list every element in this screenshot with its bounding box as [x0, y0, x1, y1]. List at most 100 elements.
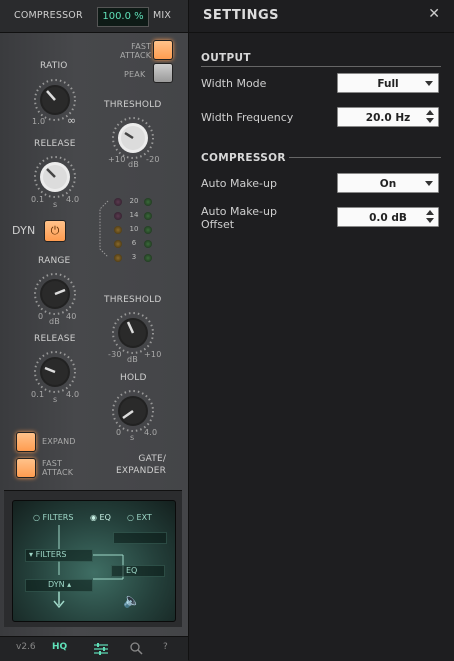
plugin-footer: v2.6 HQ ?: [0, 636, 188, 661]
meter-led-right: [144, 240, 152, 248]
routing-display: ○ FILTERS ◉ EQ ○ EXT ▾ FILTERS EQ DYN ▴ …: [12, 500, 176, 622]
meter-led-right: [144, 254, 152, 262]
gate-hold-min: 0: [116, 428, 122, 437]
comp-threshold-max: -20: [146, 155, 160, 164]
gate-release-max: 4.0: [66, 390, 80, 399]
comp-threshold-label: THRESHOLD: [104, 100, 162, 110]
gate-expander-title: GATE/ EXPANDER: [116, 454, 167, 476]
expand-toggle[interactable]: [16, 432, 36, 452]
speaker-icon[interactable]: 🔈: [123, 593, 140, 609]
version-label: v2.6: [16, 642, 36, 652]
gate-range-knob[interactable]: [33, 272, 77, 316]
expand-label: EXPAND: [42, 437, 76, 446]
help-icon[interactable]: ?: [163, 642, 168, 652]
ratio-max: ∞: [67, 114, 77, 127]
gate-fast-attack-toggle[interactable]: [16, 458, 36, 478]
fast-attack-label: FAST ATTACK: [120, 42, 152, 60]
comp-release-unit: s: [53, 200, 58, 209]
dyn-label: DYN: [12, 224, 36, 237]
routing-filters-text: ▾ FILTERS: [29, 550, 67, 559]
routing-eq-label: EQ: [126, 566, 138, 575]
gate-threshold-knob[interactable]: [111, 311, 155, 355]
fast-attack-toggle[interactable]: [153, 40, 173, 60]
settings-panel: SETTINGS ✕ OUTPUT Width Mode Full Width …: [189, 0, 454, 660]
mix-label: MIX: [153, 10, 172, 21]
comp-threshold-unit: dB: [128, 160, 139, 169]
width-frequency-label: Width Frequency: [201, 111, 294, 124]
gate-threshold-unit: dB: [127, 355, 138, 364]
auto-makeup-value: On: [379, 178, 397, 190]
comp-release-knob[interactable]: [33, 155, 77, 199]
output-section-line: [201, 66, 441, 67]
chevron-down-icon: [425, 181, 433, 186]
compressor-title: COMPRESSOR: [14, 10, 83, 21]
mix-value-field[interactable]: 100.0 %: [97, 7, 149, 27]
power-icon: ⏻: [50, 224, 60, 237]
compressor-section-line: [289, 157, 441, 158]
gate-threshold-max: +10: [144, 350, 162, 359]
routing-eq-block[interactable]: EQ: [111, 565, 165, 577]
peak-toggle[interactable]: [153, 63, 173, 83]
auto-makeup-offset-value: 0.0 dB: [369, 212, 407, 224]
hq-button[interactable]: HQ: [52, 642, 67, 652]
auto-makeup-offset-stepper[interactable]: 0.0 dB: [337, 207, 439, 227]
routing-filters-label: FILTERS: [35, 550, 67, 559]
meter-led-left: [114, 212, 122, 220]
width-mode-value: Full: [377, 78, 399, 90]
meter-led-left: [114, 240, 122, 248]
routing-filters-block[interactable]: ▾ FILTERS: [25, 549, 93, 562]
meter-bracket: [99, 200, 109, 258]
output-section-title: OUTPUT: [201, 52, 251, 64]
plugin-header: COMPRESSOR 100.0 % MIX: [0, 0, 188, 33]
gate-release-unit: s: [53, 395, 58, 404]
dyn-power-button[interactable]: ⏻: [44, 220, 66, 242]
meter-level: 20: [129, 197, 139, 205]
settings-divider: [189, 32, 454, 33]
auto-makeup-dropdown[interactable]: On: [337, 173, 439, 193]
comp-release-min: 0.1: [31, 195, 45, 204]
meter-level: 3: [131, 253, 137, 261]
meter-led-right: [144, 212, 152, 220]
gate-threshold-label: THRESHOLD: [104, 295, 162, 305]
close-icon[interactable]: ✕: [428, 6, 440, 22]
gate-release-min: 0.1: [31, 390, 45, 399]
stepper-arrows-icon[interactable]: [426, 210, 434, 224]
gate-fast-attack-label: FAST ATTACK: [42, 459, 74, 477]
routing-dyn-label: DYN: [48, 580, 65, 589]
gate-release-knob[interactable]: [33, 350, 77, 394]
auto-makeup-offset-label: Auto Make-up Offset: [201, 205, 277, 231]
settings-sliders-icon[interactable]: [94, 643, 108, 655]
routing-dyn-text: DYN ▴: [48, 580, 72, 589]
gate-hold-unit: s: [130, 433, 135, 442]
ratio-min: 1.0: [32, 117, 46, 126]
gate-range-min: 0: [38, 312, 44, 321]
gate-range-unit: dB: [49, 317, 60, 326]
settings-title: SETTINGS: [203, 8, 280, 23]
chevron-down-icon: [425, 81, 433, 86]
meter-level: 10: [129, 225, 139, 233]
gate-threshold-min: -30: [108, 350, 122, 359]
routing-dyn-block[interactable]: DYN ▴: [25, 579, 93, 592]
gate-hold-label: HOLD: [120, 373, 147, 383]
comp-threshold-knob[interactable]: [111, 116, 155, 160]
meter-level: 6: [131, 239, 137, 247]
stepper-arrows-icon[interactable]: [426, 110, 434, 124]
meter-level: 14: [129, 211, 139, 219]
comp-release-label: RELEASE: [34, 139, 76, 149]
auto-makeup-label: Auto Make-up: [201, 177, 277, 190]
gate-range-label: RANGE: [38, 256, 71, 266]
comp-release-max: 4.0: [66, 195, 80, 204]
meter-led-right: [144, 226, 152, 234]
plugin-panel: COMPRESSOR 100.0 % MIX FAST ATTACK PEAK …: [0, 0, 189, 661]
meter-led-left: [114, 254, 122, 262]
gate-hold-knob[interactable]: [111, 389, 155, 433]
width-frequency-stepper[interactable]: 20.0 Hz: [337, 107, 439, 127]
width-frequency-value: 20.0 Hz: [365, 112, 411, 124]
gate-hold-max: 4.0: [144, 428, 158, 437]
gate-range-max: 40: [66, 312, 77, 321]
width-mode-dropdown[interactable]: Full: [337, 73, 439, 93]
meter-led-left: [114, 198, 122, 206]
width-mode-label: Width Mode: [201, 77, 267, 90]
ratio-label: RATIO: [40, 61, 68, 71]
search-icon[interactable]: [130, 642, 143, 655]
